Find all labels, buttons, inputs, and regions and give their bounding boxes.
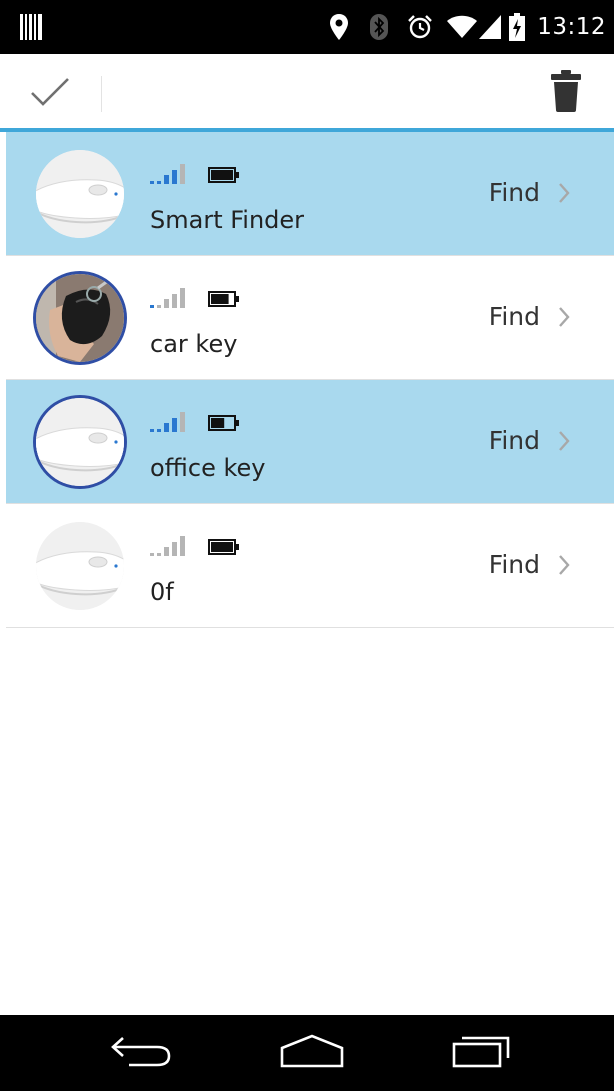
delete-button[interactable] [548, 70, 584, 116]
device-avatar [36, 150, 124, 238]
battery-charging-icon [509, 13, 526, 41]
device-row-3[interactable]: office key Find [6, 380, 614, 504]
alarm-icon [407, 14, 433, 40]
status-time: 13:12 [537, 14, 606, 40]
screen: 13:12 Smart Finder Find car key Find off… [0, 0, 614, 1091]
barcode-icon [20, 14, 42, 44]
chevron-right-icon [558, 182, 570, 204]
back-button[interactable] [107, 1029, 177, 1077]
find-label: Find [488, 550, 540, 579]
status-icons: 13:12 [319, 0, 606, 54]
status-bar: 13:12 [0, 0, 614, 54]
device-indicators [150, 163, 240, 188]
action-bar [0, 54, 614, 130]
home-button[interactable] [277, 1029, 347, 1077]
find-label: Find [488, 178, 540, 207]
device-avatar [36, 398, 124, 486]
wifi-icon [447, 15, 478, 39]
device-avatar [36, 274, 124, 362]
device-row-2[interactable]: car key Find [6, 256, 614, 380]
recent-apps-button[interactable] [447, 1029, 517, 1077]
battery-icon [208, 415, 240, 435]
chevron-right-icon [558, 554, 570, 576]
signal-strength-icon [150, 535, 186, 560]
find-button[interactable]: Find [489, 178, 570, 207]
home-icon [280, 1034, 344, 1072]
recent-apps-icon [452, 1034, 512, 1072]
device-row-4[interactable]: 0f Find [6, 504, 614, 628]
device-name: office key [150, 454, 266, 482]
signal-strength-icon [150, 287, 186, 312]
device-name: Smart Finder [150, 206, 305, 234]
location-pin-icon [329, 13, 349, 41]
device-indicators [150, 411, 240, 436]
device-name: car key [150, 330, 238, 358]
find-label: Find [488, 302, 540, 331]
back-icon [111, 1034, 173, 1072]
device-indicators [150, 535, 240, 560]
navigation-bar [0, 1015, 614, 1091]
signal-strength-icon [150, 163, 186, 188]
action-divider [101, 76, 102, 112]
chevron-right-icon [558, 430, 570, 452]
done-button[interactable] [28, 74, 72, 114]
find-label: Find [488, 426, 540, 455]
device-avatar [36, 522, 124, 610]
bluetooth-icon [369, 13, 389, 41]
find-button[interactable]: Find [489, 302, 570, 331]
find-button[interactable]: Find [489, 550, 570, 579]
device-row-1[interactable]: Smart Finder Find [6, 132, 614, 256]
find-button[interactable]: Find [489, 426, 570, 455]
device-list: Smart Finder Find car key Find office ke… [6, 132, 614, 628]
trash-icon [551, 70, 581, 116]
battery-icon [208, 167, 240, 187]
device-indicators [150, 287, 240, 312]
signal-strength-icon [150, 411, 186, 436]
battery-icon [208, 539, 240, 559]
cell-signal-icon [479, 15, 502, 39]
checkmark-icon [30, 77, 70, 111]
battery-icon [208, 291, 240, 311]
chevron-right-icon [558, 306, 570, 328]
device-name: 0f [150, 578, 174, 606]
